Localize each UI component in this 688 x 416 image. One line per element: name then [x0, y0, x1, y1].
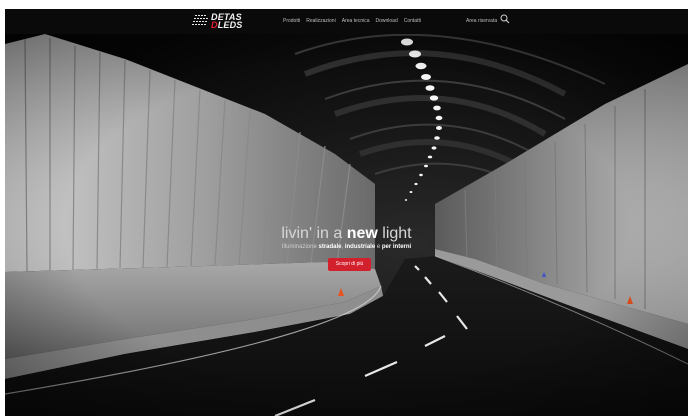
subtitle-per-interni: per interni	[381, 244, 412, 250]
top-navigation-bar: DETAS DLEDS Prodotti Realizzazioni Area …	[5, 9, 688, 34]
nav-item-area-tecnica[interactable]: Area tecnica	[342, 17, 370, 25]
nav-item-contatti[interactable]: Contatti	[404, 17, 421, 25]
nav-item-realizzazioni[interactable]: Realizzazioni	[306, 17, 335, 25]
nav-item-prodotti[interactable]: Prodotti	[283, 17, 300, 25]
subtitle-stradale: stradale	[318, 244, 342, 250]
subtitle-industriale: industriale	[344, 244, 376, 250]
headline-part-2: light	[377, 225, 412, 242]
reserved-area-link[interactable]: Area riservata	[466, 17, 497, 25]
detas-dleds-logo[interactable]: DETAS DLEDS	[191, 12, 251, 31]
logo-grid-icon	[192, 15, 208, 25]
search-icon[interactable]	[500, 14, 510, 24]
subtitle-separator-2: e	[375, 244, 382, 250]
website-frame: DETAS DLEDS Prodotti Realizzazioni Area …	[5, 9, 688, 416]
logo-line-2: DLEDS	[211, 20, 243, 30]
logo-accent-letter: D	[211, 20, 218, 30]
hero-subtitle: Illuminazione stradale, industriale e pe…	[5, 243, 688, 252]
hero-section: livin' in a new light Illuminazione stra…	[5, 34, 688, 416]
headline-emphasis: new	[346, 225, 378, 242]
nav-item-download[interactable]: Download	[376, 17, 398, 25]
main-menu: Prodotti Realizzazioni Area tecnica Down…	[283, 17, 421, 25]
logo-line-2-rest: LEDS	[217, 20, 243, 30]
headline-part-1: livin' in a	[281, 225, 347, 242]
hero-headline: livin' in a new light	[5, 224, 688, 244]
subtitle-part-1: Illuminazione	[281, 244, 319, 250]
logo-wordmark: DETAS DLEDS	[211, 13, 243, 30]
discover-more-button[interactable]: Scopri di più	[328, 258, 371, 271]
